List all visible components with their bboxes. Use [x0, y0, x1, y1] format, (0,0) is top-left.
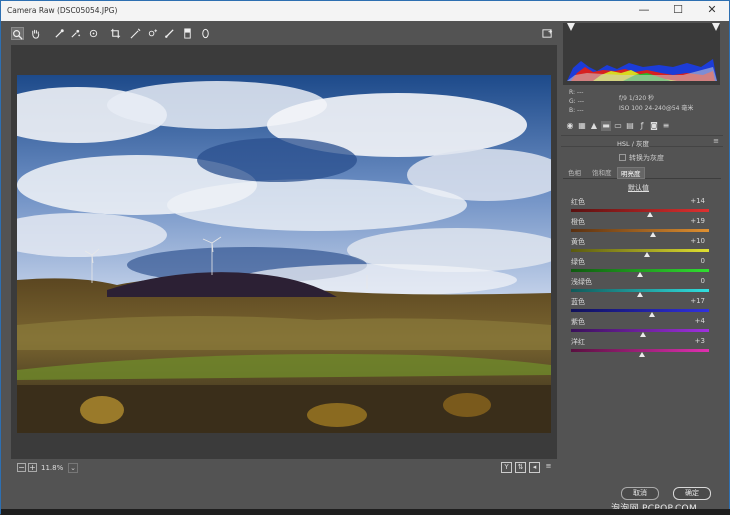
panel-tabs: ◉ ▦ ▲ ▬ ▭ ▤ ƒ ◙ ≡: [565, 121, 719, 133]
slider-magenta[interactable]: 洋红 +3: [569, 337, 719, 357]
panel-header: HSL / 灰度 ≡: [561, 135, 723, 148]
slider-value[interactable]: +4: [695, 317, 705, 325]
exif-exposure: f/9 1/320 秒: [619, 95, 655, 102]
swap-settings-icon[interactable]: ◂: [529, 462, 540, 473]
slider-track[interactable]: [571, 309, 709, 312]
image-canvas[interactable]: [11, 45, 557, 459]
zoom-in-icon[interactable]: +: [28, 463, 37, 472]
camera-calibration-panel-icon[interactable]: ◙: [649, 121, 659, 131]
cancel-button[interactable]: 取消: [621, 487, 659, 500]
view-settings-icon[interactable]: ≡: [543, 462, 554, 473]
slider-label: 浅绿色: [571, 278, 592, 286]
grayscale-label: 转换为灰度: [629, 154, 664, 162]
targeted-adjustment-tool-icon[interactable]: [87, 27, 100, 40]
slider-value[interactable]: +3: [695, 337, 705, 345]
close-button[interactable]: ✕: [695, 1, 729, 20]
color-sampler-tool-icon[interactable]: [69, 27, 82, 40]
spot-removal-tool-icon[interactable]: [146, 27, 159, 40]
status-bar: [1, 509, 730, 515]
title-bar: Camera Raw (DSC05054.JPG) — ☐ ✕: [1, 1, 729, 21]
slider-label: 蓝色: [571, 298, 585, 306]
slider-orange[interactable]: 橙色 +19: [569, 217, 719, 237]
slider-value[interactable]: 0: [701, 257, 705, 265]
tool-bar: [11, 27, 557, 43]
readout: R: --- G: --- B: --- f/9 1/320 秒 ISO 100…: [561, 89, 723, 117]
hand-tool-icon[interactable]: [29, 27, 42, 40]
slider-aqua[interactable]: 浅绿色 0: [569, 277, 719, 297]
slider-track[interactable]: [571, 249, 709, 252]
before-after-icon[interactable]: ⇅: [515, 462, 526, 473]
adjustment-brush-tool-icon[interactable]: [163, 27, 176, 40]
maximize-button[interactable]: ☐: [661, 1, 695, 20]
slider-track[interactable]: [571, 229, 709, 232]
slider-label: 红色: [571, 198, 585, 206]
slider-red[interactable]: 红色 +14: [569, 197, 719, 217]
landscape-photo: [17, 75, 551, 433]
crop-tool-icon[interactable]: [109, 27, 122, 40]
slider-label: 洋红: [571, 338, 585, 346]
detail-panel-icon[interactable]: ▲: [589, 121, 599, 131]
slider-label: 黄色: [571, 238, 585, 246]
slider-value[interactable]: +17: [690, 297, 705, 305]
slider-track[interactable]: [571, 209, 709, 212]
basic-panel-icon[interactable]: ◉: [565, 121, 575, 131]
split-toning-panel-icon[interactable]: ▭: [613, 121, 623, 131]
readout-b: B: ---: [569, 107, 584, 114]
camera-raw-window: Camera Raw (DSC05054.JPG) — ☐ ✕ − + 11.8…: [0, 0, 730, 515]
readout-r: R: ---: [569, 89, 584, 96]
presets-panel-icon[interactable]: ≡: [661, 121, 671, 131]
minimize-button[interactable]: —: [627, 1, 661, 20]
lens-corrections-panel-icon[interactable]: ▤: [625, 121, 635, 131]
tone-curve-panel-icon[interactable]: ▦: [577, 121, 587, 131]
checkbox-icon[interactable]: [619, 154, 626, 161]
hsl-panel-icon[interactable]: ▬: [601, 121, 611, 131]
fullscreen-icon[interactable]: [541, 27, 554, 40]
slider-label: 紫色: [571, 318, 585, 326]
defaults-link[interactable]: 默认值: [628, 183, 649, 193]
grayscale-checkbox[interactable]: 转换为灰度: [619, 153, 664, 163]
slider-value[interactable]: +14: [690, 197, 705, 205]
slider-value[interactable]: +10: [690, 237, 705, 245]
tab-saturation[interactable]: 饱和度: [589, 167, 615, 179]
slider-value[interactable]: +19: [690, 217, 705, 225]
ok-button[interactable]: 确定: [673, 487, 711, 500]
graduated-filter-tool-icon[interactable]: [181, 27, 194, 40]
radial-filter-tool-icon[interactable]: [199, 27, 212, 40]
effects-panel-icon[interactable]: ƒ: [637, 121, 647, 131]
panel-menu-icon[interactable]: ≡: [713, 137, 719, 145]
window-title: Camera Raw (DSC05054.JPG): [7, 6, 118, 15]
slider-yellow[interactable]: 黄色 +10: [569, 237, 719, 257]
bottom-bar: − + 11.8% ⌄ Y ⇅ ◂ ≡: [11, 461, 557, 477]
hsl-subtabs: 色相 饱和度 明亮度: [563, 167, 721, 179]
view-y-button[interactable]: Y: [501, 462, 512, 473]
zoom-dropdown[interactable]: ⌄: [68, 463, 78, 473]
zoom-tool-icon[interactable]: [11, 27, 24, 40]
readout-g: G: ---: [569, 98, 585, 105]
slider-value[interactable]: 0: [701, 277, 705, 285]
straighten-tool-icon[interactable]: [129, 27, 142, 40]
slider-green[interactable]: 绿色 0: [569, 257, 719, 277]
zoom-out-icon[interactable]: −: [17, 463, 26, 472]
slider-label: 绿色: [571, 258, 585, 266]
adjustment-panel: R: --- G: --- B: --- f/9 1/320 秒 ISO 100…: [561, 23, 723, 479]
slider-purple[interactable]: 紫色 +4: [569, 317, 719, 337]
slider-blue[interactable]: 蓝色 +17: [569, 297, 719, 317]
white-balance-tool-icon[interactable]: [53, 27, 66, 40]
exif-iso-lens: ISO 100 24-240@54 毫米: [619, 105, 694, 112]
panel-title: HSL / 灰度: [617, 140, 649, 148]
tab-luminance[interactable]: 明亮度: [617, 167, 645, 179]
slider-thumb[interactable]: [639, 352, 646, 357]
histogram: [563, 23, 720, 85]
slider-label: 橙色: [571, 218, 585, 226]
tab-hue[interactable]: 色相: [565, 167, 584, 179]
zoom-level: 11.8%: [41, 464, 64, 472]
